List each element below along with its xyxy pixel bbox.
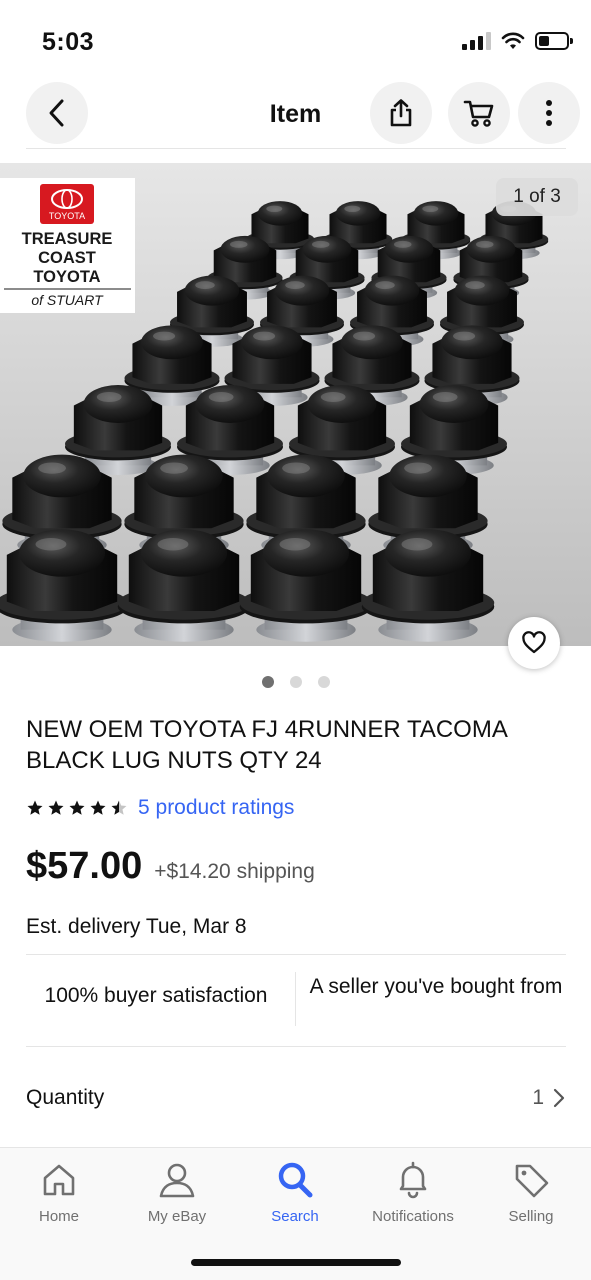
tab-label: Home [38,1208,79,1225]
star-icon [90,800,106,815]
tab-my-ebay[interactable]: My eBay [118,1158,236,1225]
seller-history: A seller you've bought from [309,975,563,998]
dealer-logo: TOYOTA TREASURE COAST TOYOTA of STUART [0,178,135,313]
star-icon [48,800,64,815]
image-pagination [0,676,591,688]
quantity-label: Quantity [26,1086,105,1109]
battery-icon [535,32,573,50]
tab-notifications[interactable]: Notifications [354,1158,472,1225]
star-icon [69,800,85,815]
image-counter: 1 of 3 [496,178,578,216]
logo-line2: COAST [38,249,96,267]
price-row: $57.00 +$14.20 shipping [26,845,315,888]
home-icon [43,1164,75,1196]
tab-label: Search [271,1208,319,1225]
cart-button[interactable] [448,82,510,144]
share-button[interactable] [370,82,432,144]
tab-label: Selling [508,1208,554,1225]
logo-line1: TREASURE [22,230,113,248]
divider [26,1046,566,1047]
more-button[interactable] [518,82,580,144]
page-dot[interactable] [317,676,330,688]
listing-title: NEW OEM TOYOTA FJ 4RUNNER TACOMA BLACK L… [26,716,507,774]
share-icon [390,99,412,127]
logo-line3: TOYOTA [33,268,100,286]
buyer-satisfaction: 100% buyer satisfaction [44,984,268,1007]
cart-icon [463,100,494,127]
shipping-cost: +$14.20 shipping [154,860,315,883]
ratings-row[interactable]: 5 product ratings [26,796,294,820]
half-star-icon [111,800,127,815]
tab-search[interactable]: Search [236,1158,354,1225]
user-icon [159,1163,195,1198]
wifi-icon [501,32,525,49]
tab-label: My eBay [147,1208,207,1225]
page-dot[interactable] [261,676,274,688]
status-bar: 5:03 [0,0,591,80]
quantity-value: 1 [532,1086,544,1109]
price: $57.00 [26,845,143,887]
page-dot[interactable] [289,676,302,688]
star-rating [26,799,128,817]
tab-selling[interactable]: Selling [472,1158,590,1225]
trust-separator [295,972,296,1026]
chevron-right-icon [553,1088,565,1108]
status-icons [462,32,573,50]
more-vertical-icon [546,100,552,126]
ratings-link[interactable]: 5 product ratings [138,796,294,820]
tab-label: Notifications [372,1208,454,1225]
header-divider [26,148,566,149]
star-icon [27,800,43,815]
tag-icon [515,1164,549,1198]
logo-brand: TOYOTA [49,211,85,221]
product-image[interactable]: TOYOTA TREASURE COAST TOYOTA of STUART [0,163,591,646]
divider [26,954,566,955]
watch-button[interactable] [508,617,560,669]
tab-home[interactable]: Home [0,1158,118,1225]
header: Item [0,80,591,150]
quantity-selector[interactable]: 1 [532,1086,566,1110]
status-time: 5:03 [42,28,95,56]
search-icon [278,1162,313,1198]
heart-icon [522,631,546,654]
logo-line4: of STUART [31,292,104,308]
bell-icon [399,1161,427,1199]
delivery-estimate: Est. delivery Tue, Mar 8 [26,915,247,938]
signal-icon [462,32,491,50]
home-indicator [191,1259,401,1266]
quantity-row[interactable]: Quantity 1 [26,1080,566,1116]
lug-nuts-photo: TOYOTA TREASURE COAST TOYOTA of STUART [0,163,591,646]
